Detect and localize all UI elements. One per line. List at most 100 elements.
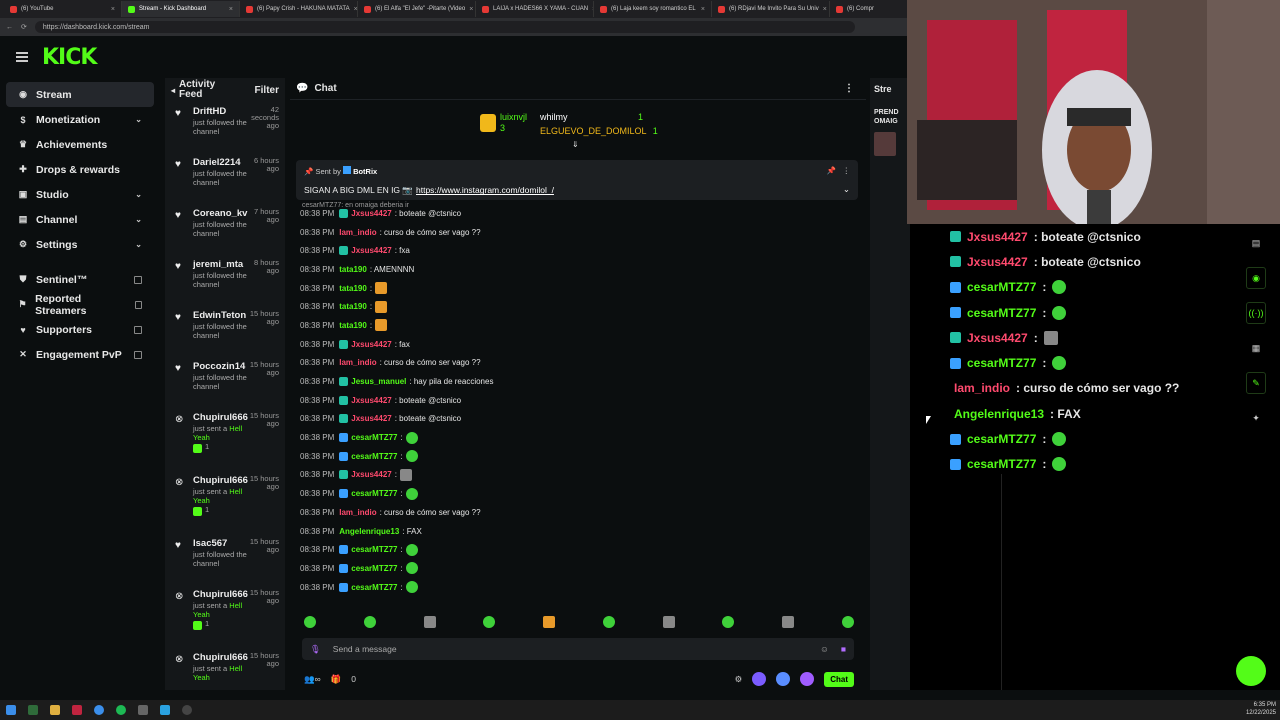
back-icon[interactable]: ←	[6, 24, 13, 31]
close-icon[interactable]: ×	[701, 6, 705, 13]
panel-icon[interactable]: ▦	[1246, 337, 1266, 359]
sidebar-item-settings[interactable]: ⚙ Settings ⌄	[6, 232, 154, 257]
message-username[interactable]: Angelenrique13	[339, 527, 399, 536]
emote-icon[interactable]	[722, 616, 735, 628]
sidebar-item-stream[interactable]: ◉ Stream	[6, 82, 154, 107]
browser-tab[interactable]: LAIJA x HADES66 X YAMA - CUAN×	[476, 1, 594, 17]
app-icon[interactable]	[28, 705, 38, 715]
sidebar-item-studio[interactable]: ▣ Studio ⌄	[6, 182, 154, 207]
emote-icon[interactable]	[841, 616, 854, 628]
close-icon[interactable]: ×	[111, 6, 115, 13]
message-username[interactable]: Jesus_manuel	[351, 377, 406, 386]
chat-bubble-icon[interactable]: ◉	[1246, 267, 1266, 289]
filter-button[interactable]: Filter	[255, 85, 279, 96]
message-username[interactable]: Jxsus4427	[351, 209, 391, 218]
document-icon[interactable]: ▤	[1246, 232, 1266, 254]
gift-icon[interactable]: 🎁	[331, 674, 342, 685]
chevron-down-icon[interactable]: ⌄	[135, 215, 142, 224]
message-username[interactable]: cesarMTZ77	[351, 564, 397, 573]
message-username[interactable]: tata190	[339, 284, 367, 293]
bttv-icon[interactable]	[776, 672, 791, 686]
emote-icon[interactable]	[662, 616, 675, 628]
sidebar-item-achievements[interactable]: ♛ Achievements	[6, 132, 154, 157]
app-icon[interactable]	[160, 705, 170, 715]
viewers-icon[interactable]: 👥∞	[304, 674, 321, 685]
browser-tab[interactable]: (6) RDjavi Me Invito Para Su Univ ×	[712, 1, 830, 17]
browser-tab[interactable]: (6) Laja keem soy romantico EL ×	[594, 1, 712, 17]
close-icon[interactable]: ×	[469, 6, 473, 13]
message-username[interactable]: Iam_indio	[339, 508, 376, 517]
chevron-down-icon[interactable]: ⌄	[135, 115, 142, 124]
message-username[interactable]: Iam_indio	[339, 228, 376, 237]
chat-panel: 💬 Chat ⋮ luixnvjl 3 whilmy 1 ELGUEVO_DE_…	[290, 78, 866, 690]
settings-icon[interactable]: ⚙	[735, 674, 743, 685]
emote-icon[interactable]	[483, 616, 496, 628]
sidebar-item-monetization[interactable]: $ Monetization ⌄	[6, 107, 154, 132]
message-username[interactable]: cesarMTZ77	[351, 583, 397, 592]
mic-icon[interactable]: 🎙	[310, 644, 321, 655]
browser-tab[interactable]: (6) El Alfa "El Jefe" -Pitarte (Video ×	[358, 1, 476, 17]
message-username[interactable]: cesarMTZ77	[351, 433, 397, 442]
message-username[interactable]: Iam_indio	[339, 358, 376, 367]
pin-toggle-icon[interactable]: 📌	[827, 166, 836, 175]
wrench-icon[interactable]: ✎	[1246, 372, 1266, 394]
more-options-icon[interactable]: ⋮	[844, 83, 854, 94]
spotify-icon[interactable]	[116, 705, 126, 715]
sidebar-item-sentinel-[interactable]: ⛊ Sentinel™	[6, 267, 154, 292]
app-icon[interactable]	[138, 705, 148, 715]
message-username[interactable]: cesarMTZ77	[351, 452, 397, 461]
feed-text: just followed the channel	[193, 271, 247, 289]
emote-icon[interactable]	[602, 616, 615, 628]
message-username[interactable]: Jxsus4427	[351, 414, 391, 423]
browser-tab[interactable]: (6) Papy Crish - HAKUNA MATATA ×	[240, 1, 358, 17]
support-chat-button[interactable]	[1236, 656, 1266, 686]
sidebar-item-channel[interactable]: ▤ Channel ⌄	[6, 207, 154, 232]
reload-icon[interactable]: ⟳	[21, 23, 27, 31]
message-username[interactable]: Jxsus4427	[351, 396, 391, 405]
expand-icon[interactable]: ⇓	[572, 140, 579, 149]
sidebar-item-drops-rewards[interactable]: ✚ Drops & rewards	[6, 157, 154, 182]
message-username[interactable]: cesarMTZ77	[351, 545, 397, 554]
app-icon[interactable]	[72, 705, 82, 715]
menu-icon[interactable]	[16, 52, 28, 62]
chevron-down-icon[interactable]: ⌄	[843, 184, 850, 195]
ffz-icon[interactable]	[800, 672, 815, 686]
folder-icon[interactable]	[50, 705, 60, 715]
windows-start-icon[interactable]	[6, 705, 16, 715]
browser-tab[interactable]: Stream - Kick Dashboard ×	[122, 1, 240, 17]
message-username[interactable]: Jxsus4427	[351, 470, 391, 479]
7tv-icon[interactable]	[752, 672, 767, 686]
kick-logo[interactable]: KICK	[42, 45, 97, 70]
emote-icon[interactable]	[363, 616, 376, 628]
emoji-icon[interactable]: ☺	[820, 644, 829, 654]
broadcast-icon[interactable]: ((·))	[1246, 302, 1266, 324]
close-icon[interactable]: ×	[823, 6, 827, 13]
message-username[interactable]: cesarMTZ77	[351, 489, 397, 498]
close-icon[interactable]: ×	[229, 6, 233, 13]
sidebar-item-supporters[interactable]: ♥ Supporters	[6, 317, 154, 342]
puzzle-icon[interactable]: ✦	[1246, 407, 1266, 429]
sidebar-item-reported-streamers[interactable]: ⚑ Reported Streamers	[6, 292, 154, 317]
message-username[interactable]: tata190	[339, 321, 367, 330]
emote-icon[interactable]	[782, 616, 795, 628]
emote-icon[interactable]	[304, 616, 316, 628]
chat-send-button[interactable]: Chat	[824, 671, 854, 687]
pinned-link[interactable]: https://www.instagram.com/domilol_/	[416, 185, 554, 195]
chrome-icon[interactable]	[94, 705, 104, 715]
chevron-down-icon[interactable]: ⌄	[135, 190, 142, 199]
collapse-icon[interactable]: ◂	[171, 86, 175, 95]
pinned-more-icon[interactable]: ⋮	[843, 166, 851, 175]
sidebar-item-engagement-pvp[interactable]: ✕ Engagement PvP	[6, 342, 154, 367]
message-username[interactable]: Jxsus4427	[351, 340, 391, 349]
chat-input[interactable]: 🎙 Send a message ☺ ■	[302, 638, 854, 660]
emote-icon[interactable]	[543, 616, 556, 628]
message-username[interactable]: Jxsus4427	[351, 246, 391, 255]
message-username[interactable]: tata190	[339, 265, 367, 274]
kick-emote-icon[interactable]: ■	[841, 644, 846, 654]
chevron-down-icon[interactable]: ⌄	[135, 240, 142, 249]
message-username[interactable]: tata190	[339, 302, 367, 311]
obs-icon[interactable]	[182, 705, 192, 715]
emote-icon[interactable]	[423, 616, 436, 628]
browser-tab[interactable]: (6) YouTube ×	[4, 1, 122, 17]
url-field[interactable]: https://dashboard.kick.com/stream	[34, 21, 855, 33]
